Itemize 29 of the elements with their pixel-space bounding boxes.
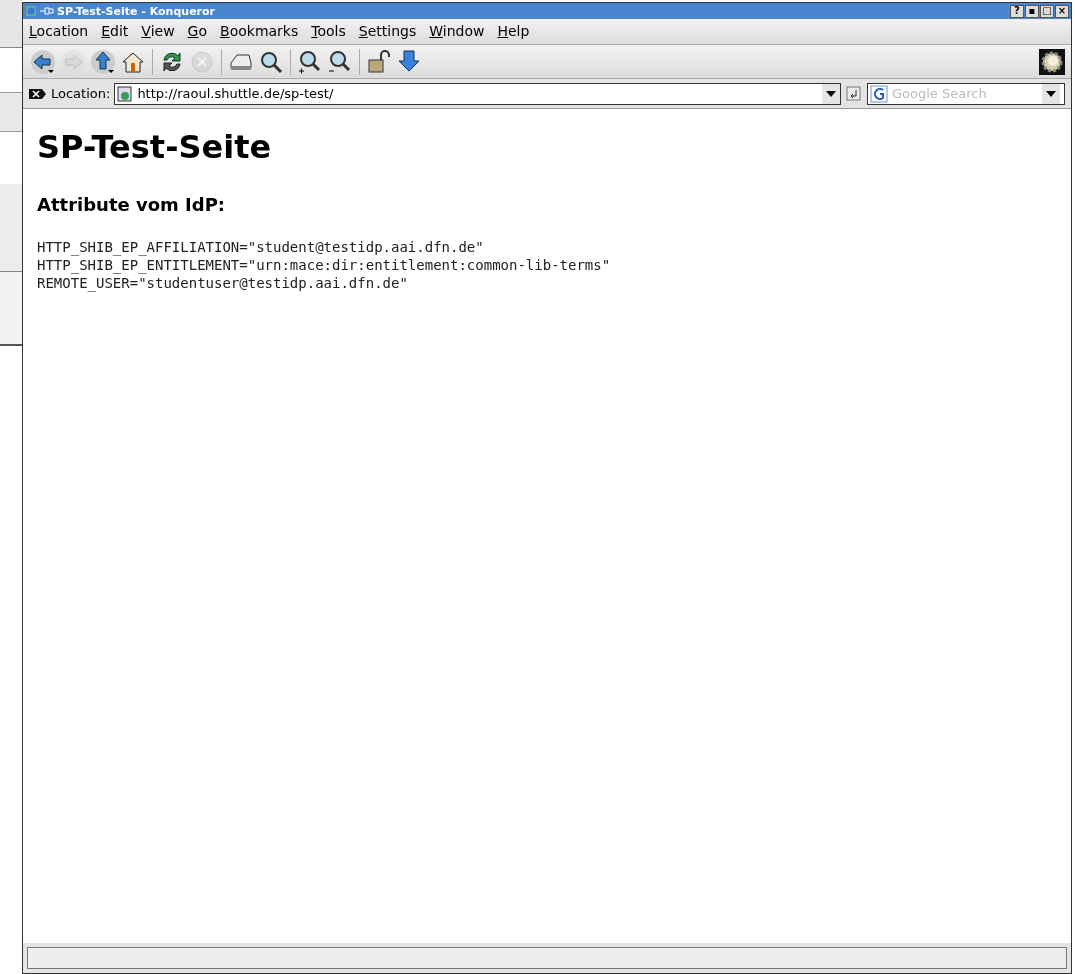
menu-item[interactable]: Help [497, 21, 530, 42]
menu-item[interactable]: View [141, 21, 175, 42]
menu-item[interactable]: Go [187, 21, 208, 42]
page-heading: SP-Test-Seite [37, 131, 273, 163]
minimize-button[interactable]: ▪ [1025, 4, 1039, 18]
go-icon[interactable] [845, 84, 863, 103]
attribute-line: HTTP_SHIB_EP_AFFILIATION="student@testidp.aai.dfn.de" [37, 238, 485, 256]
menu-item[interactable]: Tools [311, 21, 346, 42]
help-button[interactable]: ? [1010, 4, 1024, 18]
window-title: SP-Test-Seite - Konqueror [57, 5, 215, 17]
page-icon [117, 85, 134, 102]
menu-item[interactable]: Edit [101, 21, 129, 42]
pin-icon[interactable] [40, 6, 54, 16]
menu-item[interactable]: Bookmarks [220, 21, 299, 42]
clear-location-icon[interactable] [29, 86, 47, 101]
maximize-button[interactable]: □ [1040, 4, 1054, 18]
close-button[interactable]: × [1055, 4, 1069, 18]
location-label: Location: [51, 84, 111, 103]
section-heading: Attribute vom IdP: [37, 193, 227, 217]
attribute-line: REMOTE_USER="studentuser@testidp.aai.dfn.de" [37, 274, 409, 292]
location-field[interactable]: http://raoul.shuttle.de/sp-test/ [114, 82, 841, 105]
padlock-icon[interactable] [365, 47, 393, 76]
gear-icon [1039, 48, 1065, 75]
attribute-line: HTTP_SHIB_EP_ENTITLEMENT="urn:mace:dir:entitlement:common-lib-terms" [37, 256, 612, 274]
menu-item[interactable]: Settings [358, 21, 417, 42]
google-icon [870, 84, 888, 103]
menu-item[interactable]: Location [29, 21, 89, 42]
globe-icon [25, 5, 37, 17]
menu-item[interactable]: Window [429, 21, 485, 42]
